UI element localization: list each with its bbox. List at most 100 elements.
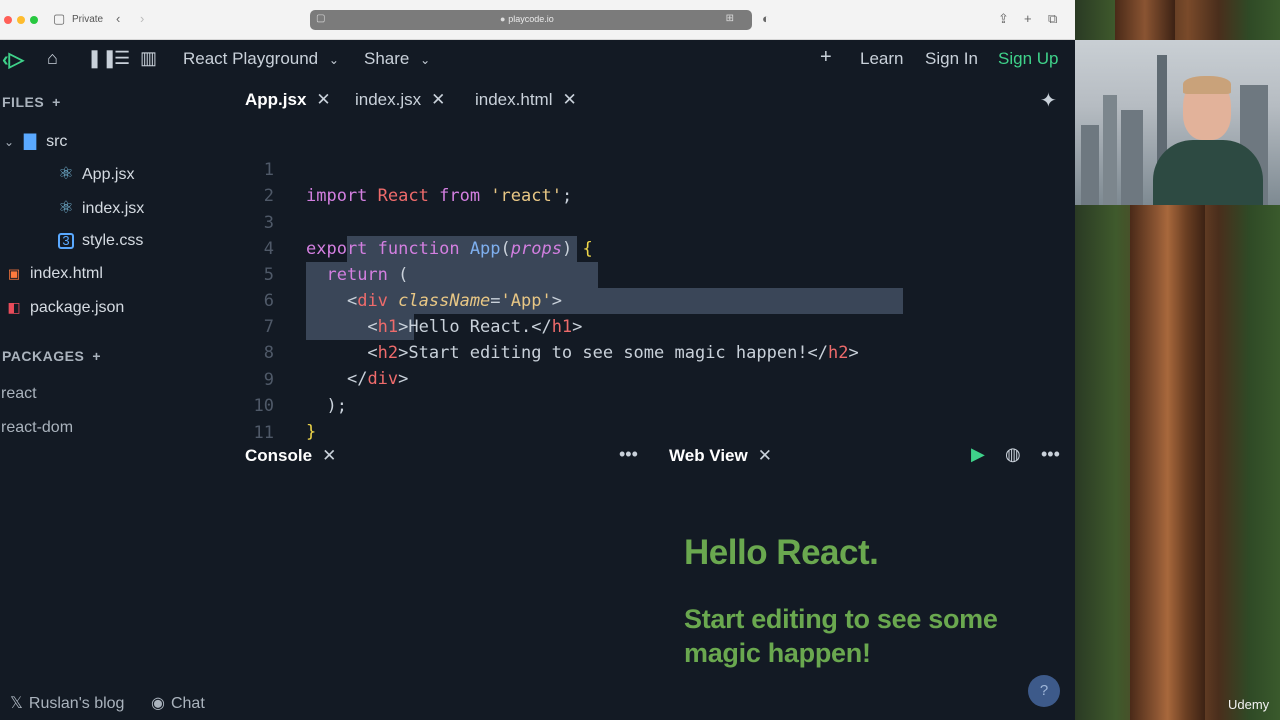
zoom-window-button[interactable] — [30, 16, 38, 24]
code-text: import React from 'react'; — [306, 186, 573, 206]
packages-heading-label: PACKAGES — [2, 348, 85, 364]
app-header: ‹▷ ⌂ ❚❚ ☰ ▥ React Playground ⌄ Share ⌄ +… — [0, 40, 1075, 78]
ai-sparkle-icon[interactable]: ✦ — [1040, 88, 1057, 113]
files-heading: FILES + — [2, 94, 61, 110]
tree-trunk-top — [1115, 0, 1175, 40]
webview-tab[interactable]: Web View ✕ — [669, 446, 772, 466]
chevron-down-icon: ⌄ — [328, 53, 339, 67]
run-play-icon[interactable]: ▶ — [971, 444, 985, 465]
close-webview-icon[interactable]: ✕ — [758, 446, 772, 465]
tree-item-label: package.json — [30, 299, 125, 316]
code-line: 7 <h2>Start editing to see some magic ha… — [240, 288, 859, 363]
package-item[interactable]: react-dom — [1, 419, 73, 437]
tab-index-html[interactable]: index.html ✕ — [475, 90, 577, 110]
tree-item-label: style.css — [82, 232, 144, 249]
code-text: ); — [326, 396, 347, 416]
presenter-body — [1153, 140, 1263, 205]
share-menu[interactable]: Share ⌄ — [364, 49, 430, 69]
react-icon: ⚛ — [58, 164, 74, 183]
code-line: 3 export function App(props) { — [240, 184, 593, 259]
html5-icon: ▣ — [7, 266, 21, 281]
globe-icon[interactable]: ◍ — [1005, 444, 1021, 465]
share-label: Share — [364, 49, 410, 68]
packages-heading: PACKAGES + — [2, 348, 101, 364]
code-text: return ( — [326, 265, 409, 285]
blog-label: Ruslan's blog — [28, 695, 125, 712]
chevron-down-icon: ⌄ — [420, 53, 431, 67]
sign-in-link[interactable]: Sign In — [925, 49, 978, 69]
close-tab-icon[interactable]: ✕ — [316, 90, 330, 109]
browser-toolbar: ▢ Private ‹ › ▢ ● playcode.io ⊞ ◐ ⇪ + ⧉ — [0, 0, 1075, 40]
preview-heading: Hello React. — [684, 533, 879, 572]
npm-icon: ◧ — [7, 299, 21, 315]
add-file-button[interactable]: + — [52, 94, 61, 110]
console-tab[interactable]: Console ✕ — [245, 446, 336, 466]
css-icon: 3 — [58, 233, 74, 249]
console-more-icon[interactable]: ••• — [619, 444, 638, 465]
code-line: 9 ); — [240, 341, 347, 416]
new-tab-icon[interactable]: + — [1024, 11, 1032, 26]
tree-folder-src[interactable]: ⌄ ▇ src — [4, 131, 67, 151]
forward-icon[interactable]: › — [140, 11, 144, 26]
close-window-button[interactable] — [4, 16, 12, 24]
webview-title: Web View — [669, 446, 748, 465]
code-line: 2 — [240, 157, 301, 206]
sign-up-button[interactable]: Sign Up — [998, 49, 1058, 69]
share-icon[interactable]: ⇪ — [998, 11, 1009, 27]
tree-trunk — [1130, 200, 1205, 720]
x-logo-icon: 𝕏 — [10, 695, 23, 712]
code-text: } — [306, 422, 317, 442]
new-project-button[interactable]: + — [820, 46, 832, 69]
sidebar-toggle-icon[interactable]: ▢ — [53, 11, 65, 27]
learn-link[interactable]: Learn — [860, 49, 903, 69]
help-button[interactable]: ? — [1028, 675, 1060, 707]
code-line: 4 return ( — [240, 210, 409, 285]
udemy-watermark: Udemy — [1228, 697, 1270, 712]
close-tab-icon[interactable]: ✕ — [562, 90, 576, 109]
shield-icon[interactable]: ◐ — [762, 11, 770, 26]
layout-rows-icon[interactable]: ☰ — [114, 48, 130, 69]
project-menu[interactable]: React Playground ⌄ — [183, 49, 339, 69]
layout-columns-icon[interactable]: ▥ — [140, 48, 157, 69]
code-line: 11 — [240, 394, 301, 443]
blog-link[interactable]: 𝕏 Ruslan's blog — [10, 693, 124, 713]
home-icon[interactable]: ⌂ — [47, 48, 58, 69]
chat-label: Chat — [170, 695, 205, 712]
webview-more-icon[interactable]: ••• — [1041, 444, 1060, 465]
tree-file-package-json[interactable]: ◧ package.json — [6, 299, 124, 317]
chevron-down-icon[interactable]: ⌄ — [4, 135, 14, 149]
tab-overview-icon[interactable]: ⧉ — [1048, 11, 1057, 27]
code-line: 5 <div className='App'> — [240, 236, 562, 311]
back-icon[interactable]: ‹ — [116, 11, 120, 26]
close-tab-icon[interactable]: ✕ — [431, 90, 445, 109]
layout-split-icon[interactable]: ❚❚ — [87, 48, 117, 69]
close-console-icon[interactable]: ✕ — [322, 446, 336, 465]
tree-file-style-css[interactable]: 3 style.css — [58, 232, 143, 250]
file-sidebar: FILES + ⌄ ▇ src ⚛ App.jsx ⚛ index.jsx 3 style.… — [0, 78, 232, 720]
address-bar[interactable]: ▢ ● playcode.io ⊞ — [310, 10, 752, 30]
tree-file-index-jsx[interactable]: ⚛ index.jsx — [58, 198, 144, 218]
tab-app-jsx[interactable]: App.jsx ✕ — [245, 90, 331, 110]
tab-label: App.jsx — [245, 90, 307, 109]
minimize-window-button[interactable] — [17, 16, 25, 24]
code-line: 1 import React from 'react'; — [240, 131, 572, 206]
translate-icon[interactable]: ⊞ — [726, 13, 734, 24]
tree-file-app-jsx[interactable]: ⚛ App.jsx — [58, 164, 134, 184]
code-line: 10 } — [240, 367, 317, 442]
tab-label: index.html — [475, 90, 553, 109]
chat-link[interactable]: ◉ Chat — [151, 693, 205, 713]
playcode-screen: ▢ Private ‹ › ▢ ● playcode.io ⊞ ◐ ⇪ + ⧉ … — [0, 0, 1075, 720]
tree-item-label: index.html — [30, 265, 103, 282]
package-item[interactable]: react — [1, 385, 37, 403]
playcode-logo-icon[interactable]: ‹▷ — [2, 47, 28, 71]
private-mode-label: Private — [72, 14, 104, 25]
tree-item-label: index.jsx — [82, 200, 145, 217]
tab-label: index.jsx — [355, 90, 422, 109]
tree-file-index-html[interactable]: ▣ index.html — [6, 265, 103, 283]
code-editor[interactable]: 1 import React from 'react'; 2 3 export … — [240, 130, 1075, 443]
add-package-button[interactable]: + — [92, 348, 101, 364]
tab-index-jsx[interactable]: index.jsx ✕ — [355, 90, 445, 110]
react-icon: ⚛ — [58, 198, 74, 217]
presenter-hair — [1183, 76, 1231, 94]
code-line: 8 </div> — [240, 314, 409, 389]
